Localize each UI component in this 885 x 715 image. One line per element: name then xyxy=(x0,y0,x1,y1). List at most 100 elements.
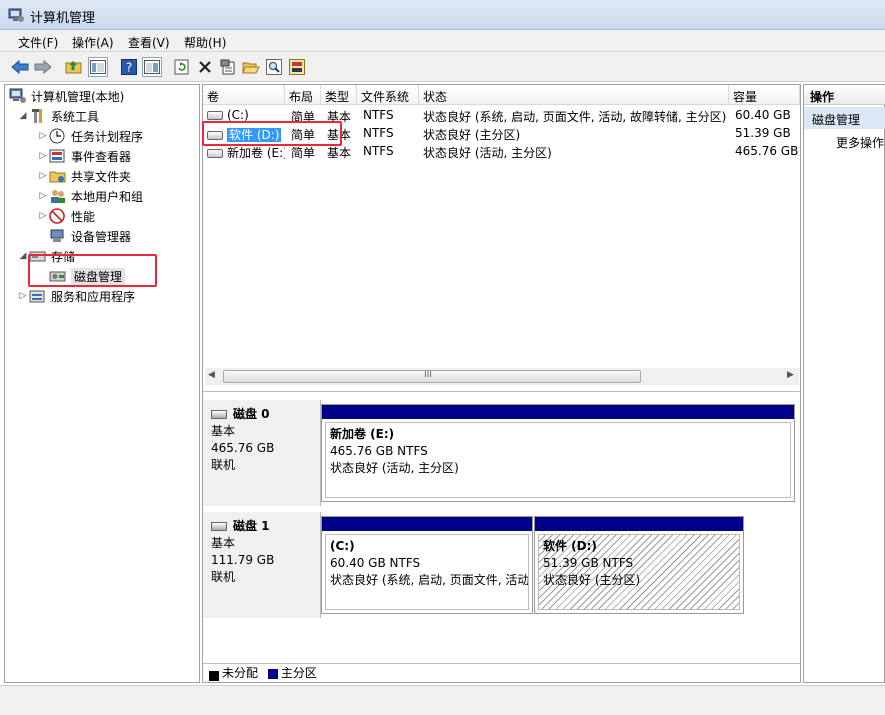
tree-item-device-manager[interactable]: 设备管理器 xyxy=(49,226,131,246)
horizontal-scrollbar[interactable]: ◀ III ▶ xyxy=(205,368,799,385)
disk-map: 磁盘 0 基本 465.76 GB 联机 新加卷 (E:) 465.76 GB … xyxy=(203,391,800,661)
tree-item-shared-folders[interactable]: ▷ 共享文件夹 xyxy=(37,166,131,186)
drive-icon xyxy=(207,111,223,120)
toolbar: ? xyxy=(0,52,885,82)
column-header-capacity[interactable]: 容量 xyxy=(729,85,800,105)
disk-settings-icon xyxy=(289,59,305,75)
computer-icon xyxy=(9,88,27,104)
event-viewer-icon xyxy=(49,148,67,164)
tree-label-services: 服务和应用程序 xyxy=(51,289,136,304)
delete-button[interactable] xyxy=(195,57,215,77)
partition-e[interactable]: 新加卷 (E:) 465.76 GB NTFS 状态良好 (活动, 主分区) xyxy=(321,404,795,502)
status-bar xyxy=(0,685,885,715)
show-hide-action-pane-button[interactable] xyxy=(142,57,162,77)
partition-d-size: 51.39 GB NTFS xyxy=(543,556,634,570)
properties-button[interactable] xyxy=(218,57,238,77)
no-entry-performance-icon xyxy=(49,208,67,224)
tree-item-system-tools[interactable]: ◢ 系统工具 xyxy=(17,106,99,126)
menu-action[interactable]: 操作(A) xyxy=(72,34,114,51)
primary-partition-bar xyxy=(535,517,743,531)
column-header-volume[interactable]: 卷 xyxy=(203,85,285,105)
up-one-level-button[interactable] xyxy=(64,57,84,77)
forward-button[interactable] xyxy=(33,57,53,77)
partition-c[interactable]: (C:) 60.40 GB NTFS 状态良好 (系统, 启动, 页面文件, 活… xyxy=(321,516,533,614)
collapsed-arrow-icon[interactable]: ▷ xyxy=(37,171,49,181)
title-bar: 计算机管理 xyxy=(0,0,885,30)
disk-1-size: 111.79 GB xyxy=(211,553,275,567)
column-header-type[interactable]: 类型 xyxy=(321,85,357,105)
action-pane: 操作 磁盘管理 更多操作 xyxy=(803,84,885,683)
window-title: 计算机管理 xyxy=(30,11,96,26)
console-tree: 计算机管理(本地) ◢ 系统工具 ▷ 任务计划程序 ▷ 事件查看器 ▷ 共享文件… xyxy=(4,84,200,683)
tree-label-performance: 性能 xyxy=(71,209,96,224)
column-header-layout[interactable]: 布局 xyxy=(285,85,321,105)
disk-0-state: 联机 xyxy=(211,458,236,472)
tree-item-root[interactable]: 计算机管理(本地) xyxy=(9,86,124,106)
volume-name: 新加卷 (E:) xyxy=(227,146,285,160)
scroll-thumb[interactable]: III xyxy=(223,370,641,383)
action-section-disk-management[interactable]: 磁盘管理 xyxy=(804,107,885,129)
back-arrow-icon xyxy=(11,59,29,75)
drive-icon xyxy=(207,149,223,158)
disk-0-size: 465.76 GB xyxy=(211,441,275,455)
disk-1-state: 联机 xyxy=(211,570,236,584)
legend: 未分配 主分区 xyxy=(203,663,800,682)
shared-folder-icon xyxy=(49,168,67,184)
menu-view[interactable]: 查看(V) xyxy=(128,34,170,51)
legend-unallocated: 未分配 xyxy=(222,666,259,680)
capacity-cell: 51.39 GB xyxy=(735,126,791,140)
partition-d[interactable]: 软件 (D:) 51.39 GB NTFS 状态良好 (主分区) xyxy=(534,516,744,614)
filesystem-cell: NTFS xyxy=(363,126,394,140)
tree-item-event-viewer[interactable]: ▷ 事件查看器 xyxy=(37,146,131,166)
expanded-arrow-icon[interactable]: ◢ xyxy=(17,111,29,121)
menu-help[interactable]: 帮助(H) xyxy=(184,34,226,51)
disk-0-name: 磁盘 0 xyxy=(233,407,270,421)
disk-1-type: 基本 xyxy=(211,536,236,550)
magnifier-icon xyxy=(266,59,282,75)
filesystem-cell: NTFS xyxy=(363,144,394,158)
tree-label-shared-folders: 共享文件夹 xyxy=(71,169,132,184)
disk-0-type: 基本 xyxy=(211,424,236,438)
back-button[interactable] xyxy=(10,57,30,77)
partition-e-label: 新加卷 (E:) xyxy=(330,427,395,441)
search-button[interactable] xyxy=(264,57,284,77)
disk-icon xyxy=(211,410,227,419)
capacity-cell: 465.76 GB xyxy=(735,144,799,158)
computer-management-icon xyxy=(8,8,24,22)
disk-icon xyxy=(211,522,227,531)
collapsed-arrow-icon[interactable]: ▷ xyxy=(37,191,49,201)
center-pane: 卷 布局 类型 文件系统 状态 容量 (C:) 简单 基本 NTFS 状态良好 … xyxy=(202,84,801,683)
scroll-left-arrow-icon[interactable]: ◀ xyxy=(208,370,215,380)
partition-c-label: (C:) xyxy=(330,539,355,553)
tree-label-task-scheduler: 任务计划程序 xyxy=(71,129,144,144)
show-hide-console-tree-button[interactable] xyxy=(88,57,108,77)
more-actions-link[interactable]: 更多操作 xyxy=(836,134,884,151)
highlight-box-disk-management xyxy=(28,254,157,287)
disk-0-info[interactable]: 磁盘 0 基本 465.76 GB 联机 xyxy=(203,400,321,506)
menu-file[interactable]: 文件(F) xyxy=(18,34,58,51)
folder-up-icon xyxy=(65,61,82,74)
refresh-icon xyxy=(174,59,189,75)
filesystem-cell: NTFS xyxy=(363,108,394,122)
unallocated-swatch xyxy=(209,670,219,681)
highlight-box-volume-d xyxy=(202,121,342,146)
tree-item-local-users[interactable]: ▷ 本地用户和组 xyxy=(37,186,143,206)
scroll-right-arrow-icon[interactable]: ▶ xyxy=(787,370,794,380)
collapsed-arrow-icon[interactable]: ▷ xyxy=(37,151,49,161)
settings-button[interactable] xyxy=(287,57,307,77)
column-header-status[interactable]: 状态 xyxy=(419,85,729,105)
open-button[interactable] xyxy=(241,57,261,77)
disk-1-info[interactable]: 磁盘 1 基本 111.79 GB 联机 xyxy=(203,512,321,618)
partition-c-status: 状态良好 (系统, 启动, 页面文件, 活动 xyxy=(330,573,529,587)
tree-item-services[interactable]: ▷ 服务和应用程序 xyxy=(17,286,135,306)
tree-item-performance[interactable]: ▷ 性能 xyxy=(37,206,95,226)
refresh-button[interactable] xyxy=(172,57,192,77)
collapsed-arrow-icon[interactable]: ▷ xyxy=(37,211,49,221)
help-button[interactable]: ? xyxy=(119,57,139,77)
tree-label-system-tools: 系统工具 xyxy=(51,109,100,124)
collapsed-arrow-icon[interactable]: ▷ xyxy=(17,291,29,301)
column-header-filesystem[interactable]: 文件系统 xyxy=(357,85,419,105)
collapsed-arrow-icon[interactable]: ▷ xyxy=(37,131,49,141)
tree-item-task-scheduler[interactable]: ▷ 任务计划程序 xyxy=(37,126,143,146)
primary-swatch xyxy=(267,668,278,679)
